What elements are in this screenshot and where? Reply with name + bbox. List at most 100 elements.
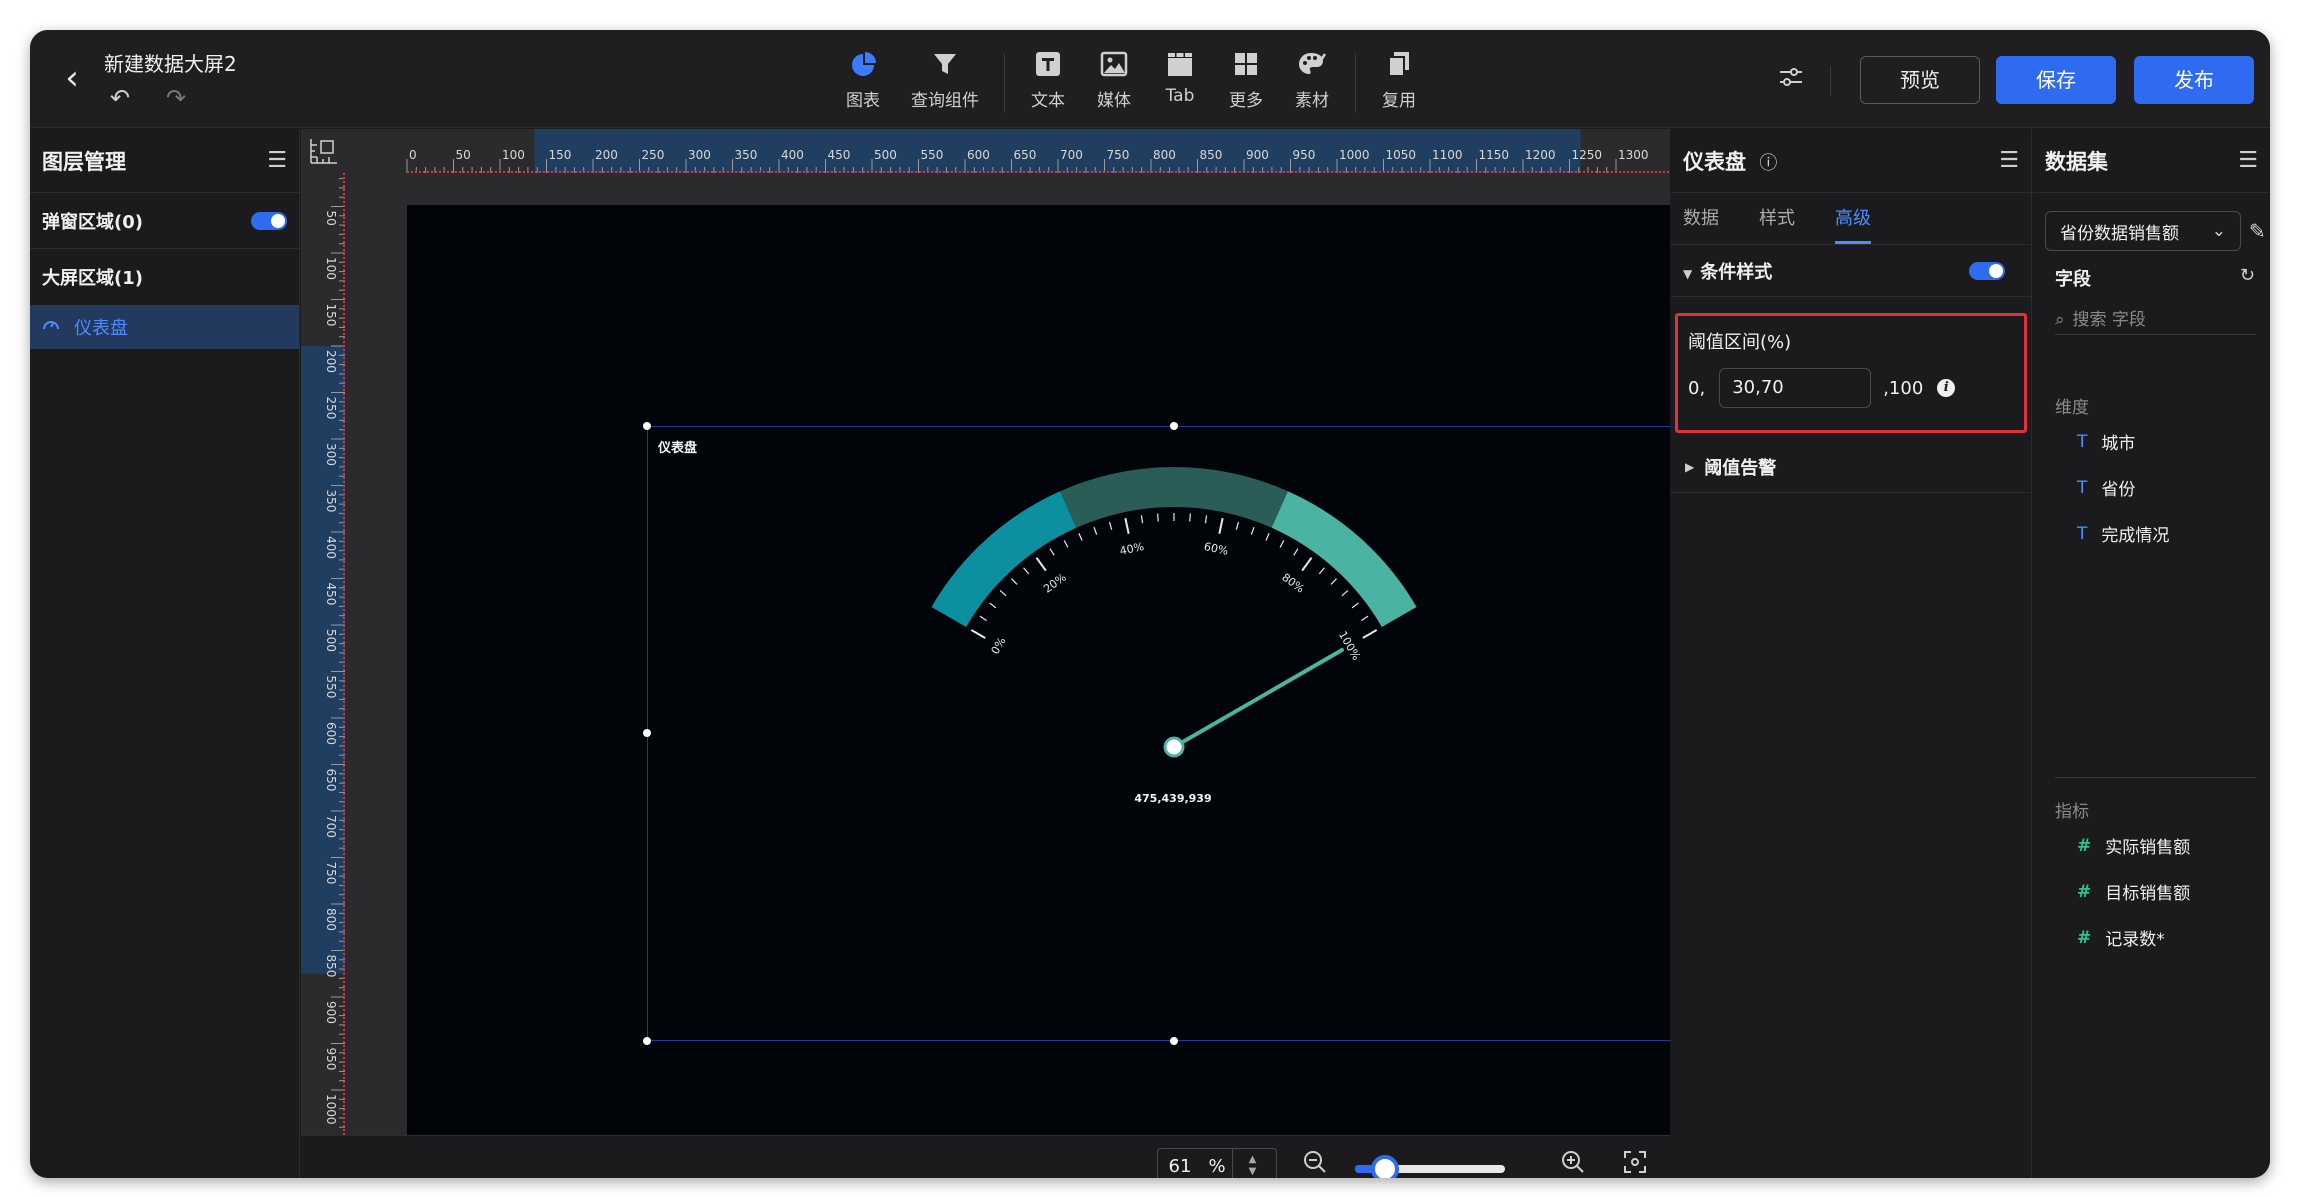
fit-screen-icon[interactable]: [1623, 1150, 1647, 1178]
menu-icon[interactable]: ☰: [267, 148, 287, 173]
screen-stage[interactable]: 仪表盘 0% 20% 40% 60% 80% 100% 475,439,939: [407, 205, 1703, 1135]
tab-icon: [1166, 48, 1194, 80]
field-header: 字段 ↻: [2055, 265, 2255, 291]
gauge-tick: [1293, 548, 1299, 556]
tool-text[interactable]: 文本: [1016, 48, 1080, 118]
zoom-stepper[interactable]: ▲ ▼: [1232, 1149, 1272, 1178]
gauge-tick: [1361, 615, 1369, 622]
ruler-tick-label: 100: [324, 257, 338, 280]
measure-field[interactable]: # 记录数*: [2077, 925, 2165, 951]
publish-button[interactable]: 发布: [2134, 56, 2254, 104]
gauge-tick: [1279, 540, 1285, 548]
popup-region-toggle[interactable]: [251, 211, 287, 230]
tool-assets[interactable]: 素材: [1280, 48, 1344, 118]
save-button[interactable]: 保存: [1996, 56, 2116, 104]
threshold-input[interactable]: 30,70: [1719, 368, 1872, 408]
gauge-tick: [1204, 515, 1208, 524]
canvas-area: 0 50 100 150 200 250 300 350 400 450 500 550 600 650 7…: [301, 129, 1703, 1178]
pie-chart-icon: [849, 48, 877, 80]
property-panel: 仪表盘 ⓘ ☰ 数据 样式 高级 ▼ 条件样式 阈值区间(%) 0, 30,70 …: [1671, 129, 2032, 1178]
zoom-out-icon[interactable]: [1303, 1150, 1327, 1178]
edit-icon[interactable]: ✎: [2249, 219, 2266, 243]
tool-tab[interactable]: Tab: [1148, 48, 1212, 118]
chevron-down-icon[interactable]: ▼: [1249, 1166, 1257, 1178]
gauge-tick: [1023, 567, 1030, 575]
dataset-select[interactable]: 省份数据销售额 ⌄: [2045, 211, 2241, 251]
tab-data[interactable]: 数据: [1683, 204, 1719, 244]
condition-style-row[interactable]: ▼ 条件样式: [1671, 245, 2031, 297]
tab-advanced[interactable]: 高级: [1835, 204, 1871, 244]
tool-chart[interactable]: 图表: [831, 48, 895, 118]
gauge-tick: [1157, 513, 1159, 522]
gauge-widget[interactable]: 仪表盘 0% 20% 40% 60% 80% 100% 475,439,939: [643, 422, 1703, 1045]
info-icon[interactable]: i: [1937, 379, 1956, 397]
screen-region-row[interactable]: 大屏区域(1): [30, 249, 299, 305]
measure-label: 指标: [2055, 802, 2089, 822]
tool-reuse[interactable]: 复用: [1367, 48, 1431, 118]
undo-icon[interactable]: ↶: [110, 84, 130, 112]
dimension-field[interactable]: T 完成情况: [2077, 521, 2169, 547]
ruler-tick-label: 400: [324, 536, 338, 559]
threshold-suffix: ,100: [1883, 377, 1924, 399]
field-search[interactable]: ⌕ 搜索 字段: [2055, 305, 2255, 335]
threshold-alarm-row[interactable]: ▶ 阈值告警: [1671, 441, 2031, 493]
tool-label: 更多: [1229, 91, 1263, 111]
menu-icon[interactable]: ☰: [1999, 148, 2019, 173]
threshold-prefix: 0,: [1688, 377, 1706, 399]
condition-style-toggle[interactable]: [1969, 261, 2005, 280]
redo-icon[interactable]: ↷: [166, 84, 186, 112]
measure-field[interactable]: # 目标销售额: [2077, 879, 2190, 905]
dimension-field[interactable]: T 城市: [2077, 429, 2135, 455]
dimension-field[interactable]: T 省份: [2077, 475, 2135, 501]
ruler-tick-label: 200: [595, 148, 618, 162]
ruler-tick-label: 300: [324, 443, 338, 466]
number-type-icon: #: [2077, 927, 2092, 948]
gauge-tick: [1218, 517, 1224, 534]
gauge-tick: [979, 615, 987, 622]
back-arrow-icon[interactable]: ‹: [52, 58, 92, 98]
refresh-icon[interactable]: ↻: [2240, 265, 2255, 291]
gauge-tick: [1035, 557, 1047, 572]
ruler-tick-label: 600: [967, 148, 990, 162]
zoom-in-icon[interactable]: [1561, 1150, 1585, 1178]
ruler-tick-label: 750: [324, 862, 338, 885]
document-title[interactable]: 新建数据大屏2: [104, 48, 237, 77]
screen-region-label: 大屏区域(1): [42, 268, 143, 289]
gauge-tick: [1341, 589, 1349, 597]
gauge-tick: [1011, 578, 1018, 585]
tool-more[interactable]: 更多: [1214, 48, 1278, 118]
ruler-tick-label: 1050: [1386, 148, 1417, 162]
horizontal-ruler[interactable]: 0 50 100 150 200 250 300 350 400 450 500 550 600 650 7…: [345, 129, 1670, 173]
ruler-corner-icon[interactable]: [301, 129, 345, 173]
tool-label: 图表: [846, 91, 880, 111]
component-toolbar: 图表 查询组件 文本 媒体 Tab 更多 素材 复用: [830, 48, 1432, 118]
info-icon[interactable]: ⓘ: [1759, 153, 1777, 174]
layer-panel: 图层管理 ☰ 弹窗区域(0) 大屏区域(1) 仪表盘: [30, 129, 300, 1178]
field-divider: [2055, 777, 2255, 778]
popup-region-row[interactable]: 弹窗区域(0): [30, 193, 299, 249]
text-type-icon: T: [2077, 477, 2088, 498]
zoom-slider-knob[interactable]: [1371, 1155, 1399, 1178]
zoom-input[interactable]: 61 % ▲ ▼: [1157, 1148, 1277, 1178]
measure-field[interactable]: # 实际销售额: [2077, 833, 2190, 859]
ruler-tick-label: 400: [781, 148, 804, 162]
menu-icon[interactable]: ☰: [2238, 148, 2258, 173]
sliders-icon[interactable]: [1778, 64, 1804, 94]
vertical-ruler[interactable]: 50 100 150 200 250 300 350 400 450 500 550 600 650 70…: [301, 173, 345, 1135]
tab-style[interactable]: 样式: [1759, 204, 1795, 244]
ruler-tick-label: 700: [324, 815, 338, 838]
zoom-value[interactable]: 61: [1158, 1156, 1202, 1177]
chevron-up-icon[interactable]: ▲: [1249, 1154, 1257, 1166]
tool-query[interactable]: 查询组件: [897, 48, 993, 118]
gauge-scale-label: 80%: [1279, 571, 1306, 596]
search-icon: ⌕: [2055, 310, 2065, 330]
preview-button[interactable]: 预览: [1860, 56, 1980, 104]
gauge-tick: [1124, 517, 1130, 534]
gauge-tick: [999, 589, 1007, 597]
dataset-panel-header: 数据集 ☰: [2033, 129, 2270, 193]
tool-media[interactable]: 媒体: [1082, 48, 1146, 118]
layer-item-gauge[interactable]: 仪表盘: [30, 305, 299, 349]
gauge-scale-label: 60%: [1203, 540, 1230, 558]
zoom-slider[interactable]: [1355, 1155, 1505, 1178]
tool-label: 媒体: [1097, 91, 1131, 111]
